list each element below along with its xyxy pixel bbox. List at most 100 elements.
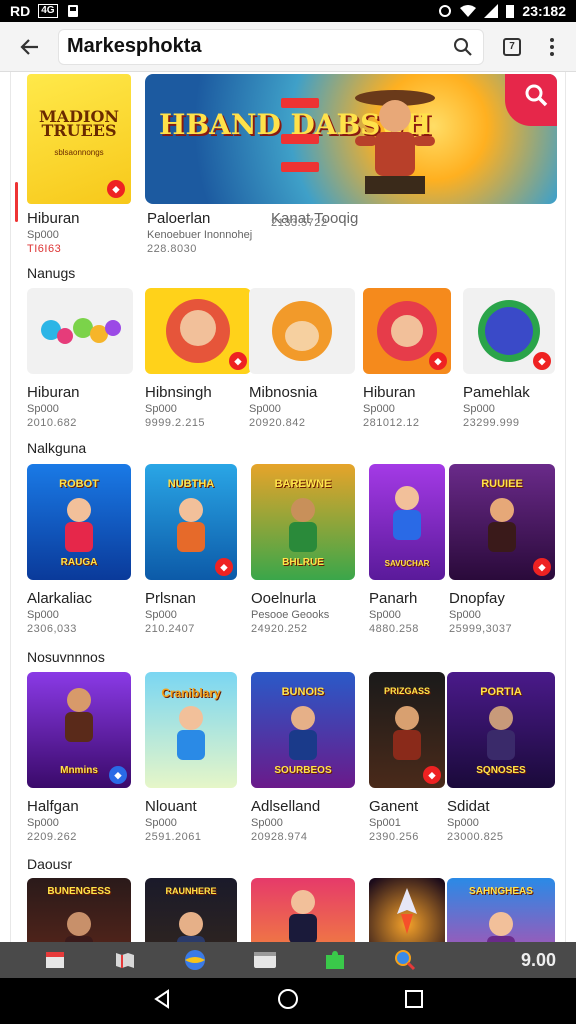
window-tab[interactable] [230,942,300,978]
featured-tile-subtitle: sblsaonnongs [54,148,104,157]
nav-recents-button[interactable] [404,989,424,1014]
item-title: Panarh [369,590,418,607]
item-subtitle: Sp000 [363,403,395,415]
banner-pill [281,134,319,144]
app-thumbnail: PRIZGASS ◆ [369,672,445,788]
app-thumbnail: Mnmins ◆ [27,672,131,788]
puzzle-tab[interactable] [300,942,370,978]
featured-tile-title: MADION TRUEES [38,107,120,140]
tabs-button[interactable]: 7 [494,29,530,65]
item-number: 2010.682 [27,417,77,429]
featured-banner[interactable]: HBAND DABSUH [145,74,557,204]
alarm-icon [439,5,452,17]
item-subtitle: Sp000 [145,609,177,621]
character-icon [289,498,317,552]
featured-tile[interactable]: MADION TRUEES sblsaonnongs ◆ [27,74,131,204]
app-card[interactable] [251,878,355,942]
badge-icon: ◆ [423,766,441,784]
app-art-title: Craniblary [161,686,221,700]
app-card[interactable]: Mibnosnia Sp000 20920.842 [249,288,355,429]
app-thumbnail: ROBOT RAUGA [27,464,131,580]
app-card[interactable]: RAUNHERE [145,878,237,942]
item-title: Ganent [369,798,419,815]
badge-icon: ◆ [429,352,447,370]
character-icon [488,498,516,552]
featured-label-3[interactable]: Kanat Tooqig 2133.5722 [271,210,358,229]
battery-icon [506,5,515,18]
app-card[interactable]: ROBOT RAUGA Alarkaliac Sp000 2306,033 [27,464,131,635]
app-card[interactable]: NUBTHA ◆ Prlsnan Sp000 210.2407 [145,464,237,635]
home-tab[interactable] [20,942,90,978]
app-card[interactable]: SAVUCHAR Panarh Sp000 4880.258 [369,464,445,635]
scroll-indicator [15,182,18,222]
nav-back-button[interactable] [152,988,172,1014]
app-art-subtitle: RAUGA [60,557,98,568]
app-card[interactable]: Hiburan Sp000 2010.682 [27,288,133,429]
app-card[interactable]: BAREWNE BHLRUE Ooelnurla Pesooe Geooks 2… [251,464,355,635]
app-card[interactable]: ◆ Hibnsingh Sp000 9999.2.215 [145,288,251,429]
browser-tab[interactable] [160,942,230,978]
app-card[interactable]: SAHNGHEAS [447,878,555,942]
nav-home-button[interactable] [277,988,299,1015]
featured-label-1[interactable]: Hiburan Sp000 TI6I63 [27,210,80,255]
app-card[interactable]: BUNOIS SOURBEOS Adlselland Sp000 20928.9… [251,672,355,843]
banner-pill [281,98,319,108]
app-thumbnail [369,878,445,942]
banner-pill [281,162,319,172]
status-left-text: RD [10,3,31,19]
square-recents-icon [404,989,423,1008]
app-card[interactable] [369,878,445,942]
featured-label-2[interactable]: Paloerlan Kenoebuer Inonnohej 228.8030 [147,210,252,255]
app-art-title: BAREWNE [274,478,332,490]
status-time: 23:182 [522,3,566,19]
item-subtitle: Kenoebuer Inonnohej [147,229,253,241]
magnifier-icon [395,950,416,971]
item-subtitle: Sp000 [27,403,59,415]
app-card[interactable]: Craniblary Nlouant Sp000 2591.2061 [145,672,237,843]
app-card[interactable]: ◆ Hiburan Sp000 281012.12 [363,288,451,429]
item-subtitle: Pesooe Geooks [251,609,330,621]
app-thumbnail [251,878,355,942]
section-title: Nalkguna [27,440,87,456]
badge-icon: ◆ [109,766,127,784]
search-query[interactable]: Markesphokta [67,35,451,58]
map-icon [116,953,134,968]
item-number: TI6I63 [27,243,62,255]
item-number: 24920.252 [251,623,308,635]
search-bar[interactable]: Markesphokta [58,28,484,65]
item-number: 9999.2.215 [145,417,206,429]
item-title: Ooelnurla [251,590,317,607]
search-tab[interactable] [370,942,440,978]
item-subtitle: Sp000 [249,403,281,415]
back-button[interactable] [12,29,48,65]
store-content[interactable]: MADION TRUEES sblsaonnongs ◆ HBAND DABSU… [10,72,566,942]
app-card[interactable]: PRIZGASS ◆ Ganent Sp001 2390.256 [369,672,445,843]
character-icon [65,688,93,742]
triangle-back-icon [154,988,170,1009]
store-icon [46,952,64,968]
badge-icon: ◆ [533,558,551,576]
games-tab[interactable] [90,942,160,978]
app-card[interactable]: ◆ Pamehlak Sp000 23299.999 [463,288,555,429]
badge-icon: ◆ [215,558,233,576]
overflow-menu-button[interactable] [540,29,564,65]
monkey-face-icon [285,321,319,352]
app-card[interactable]: RUUIEE ◆ Dnopfay Sp000 25999,3037 [449,464,555,635]
item-subtitle: Sp000 [447,817,479,829]
item-number: 2306,033 [27,623,77,635]
app-thumbnail: SAVUCHAR [369,464,445,580]
section-title: Nosuvnnnos [27,649,105,665]
notification-icon [67,5,78,17]
search-button[interactable] [451,35,475,59]
item-title: Paloerlan [147,210,211,227]
app-card[interactable]: BUNENGESS [27,878,131,942]
system-nav-bar [0,978,576,1024]
item-number: 25999,3037 [449,623,513,635]
app-thumbnail: NUBTHA ◆ [145,464,237,580]
app-card[interactable]: PORTIA SQNOSES Sdidat Sp000 23000.825 [447,672,555,843]
app-card[interactable]: Mnmins ◆ Halfgan Sp000 2209.262 [27,672,131,843]
item-title: Pamehlak [463,384,530,401]
item-number: 20920.842 [249,417,306,429]
status-bar: RD 4G 23:182 [0,0,576,22]
app-thumbnail: RUUIEE ◆ [449,464,555,580]
